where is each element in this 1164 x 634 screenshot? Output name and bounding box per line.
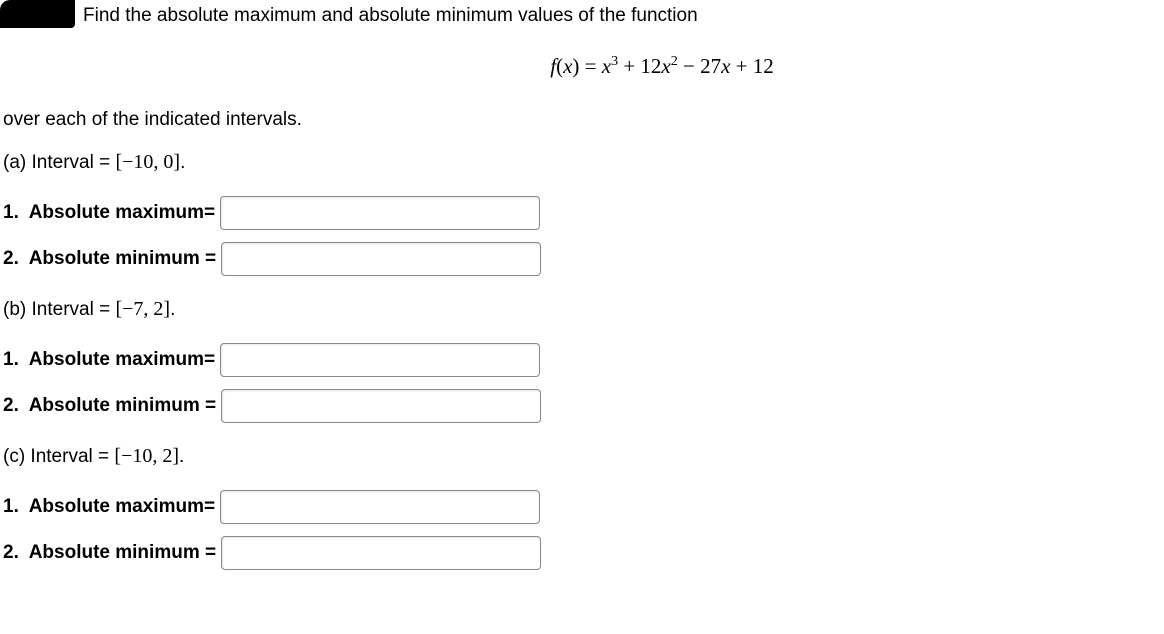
part-a-label: (a) Interval = [−10, 0].: [3, 151, 1164, 174]
part-a-max-input[interactable]: [220, 196, 540, 230]
part-a-min-input[interactable]: [221, 242, 541, 276]
part-b: (b) Interval = [−7, 2]. 1. Absolute maxi…: [3, 298, 1164, 423]
part-c: (c) Interval = [−10, 2]. 1. Absolute max…: [3, 445, 1164, 570]
redaction-box: [0, 0, 75, 28]
part-b-max-input[interactable]: [220, 343, 540, 377]
part-a-min-label: 2. Absolute minimum =: [3, 248, 221, 270]
part-b-min-label: 2. Absolute minimum =: [3, 395, 221, 417]
part-b-max-label: 1. Absolute maximum=: [3, 349, 220, 371]
part-c-max-input[interactable]: [220, 490, 540, 524]
part-c-min-input[interactable]: [221, 536, 541, 570]
part-c-max-label: 1. Absolute maximum=: [3, 496, 220, 518]
function-formula: f(x) = x3 + 12x2 − 27x + 12: [0, 54, 1164, 79]
part-b-min-input[interactable]: [221, 389, 541, 423]
part-c-min-label: 2. Absolute minimum =: [3, 542, 221, 564]
sub-instruction: over each of the indicated intervals.: [3, 109, 1164, 131]
part-b-label: (b) Interval = [−7, 2].: [3, 298, 1164, 321]
part-a: (a) Interval = [−10, 0]. 1. Absolute max…: [3, 151, 1164, 276]
main-instruction: Find the absolute maximum and absolute m…: [83, 3, 698, 27]
part-c-label: (c) Interval = [−10, 2].: [3, 445, 1164, 468]
part-a-max-label: 1. Absolute maximum=: [3, 202, 220, 224]
